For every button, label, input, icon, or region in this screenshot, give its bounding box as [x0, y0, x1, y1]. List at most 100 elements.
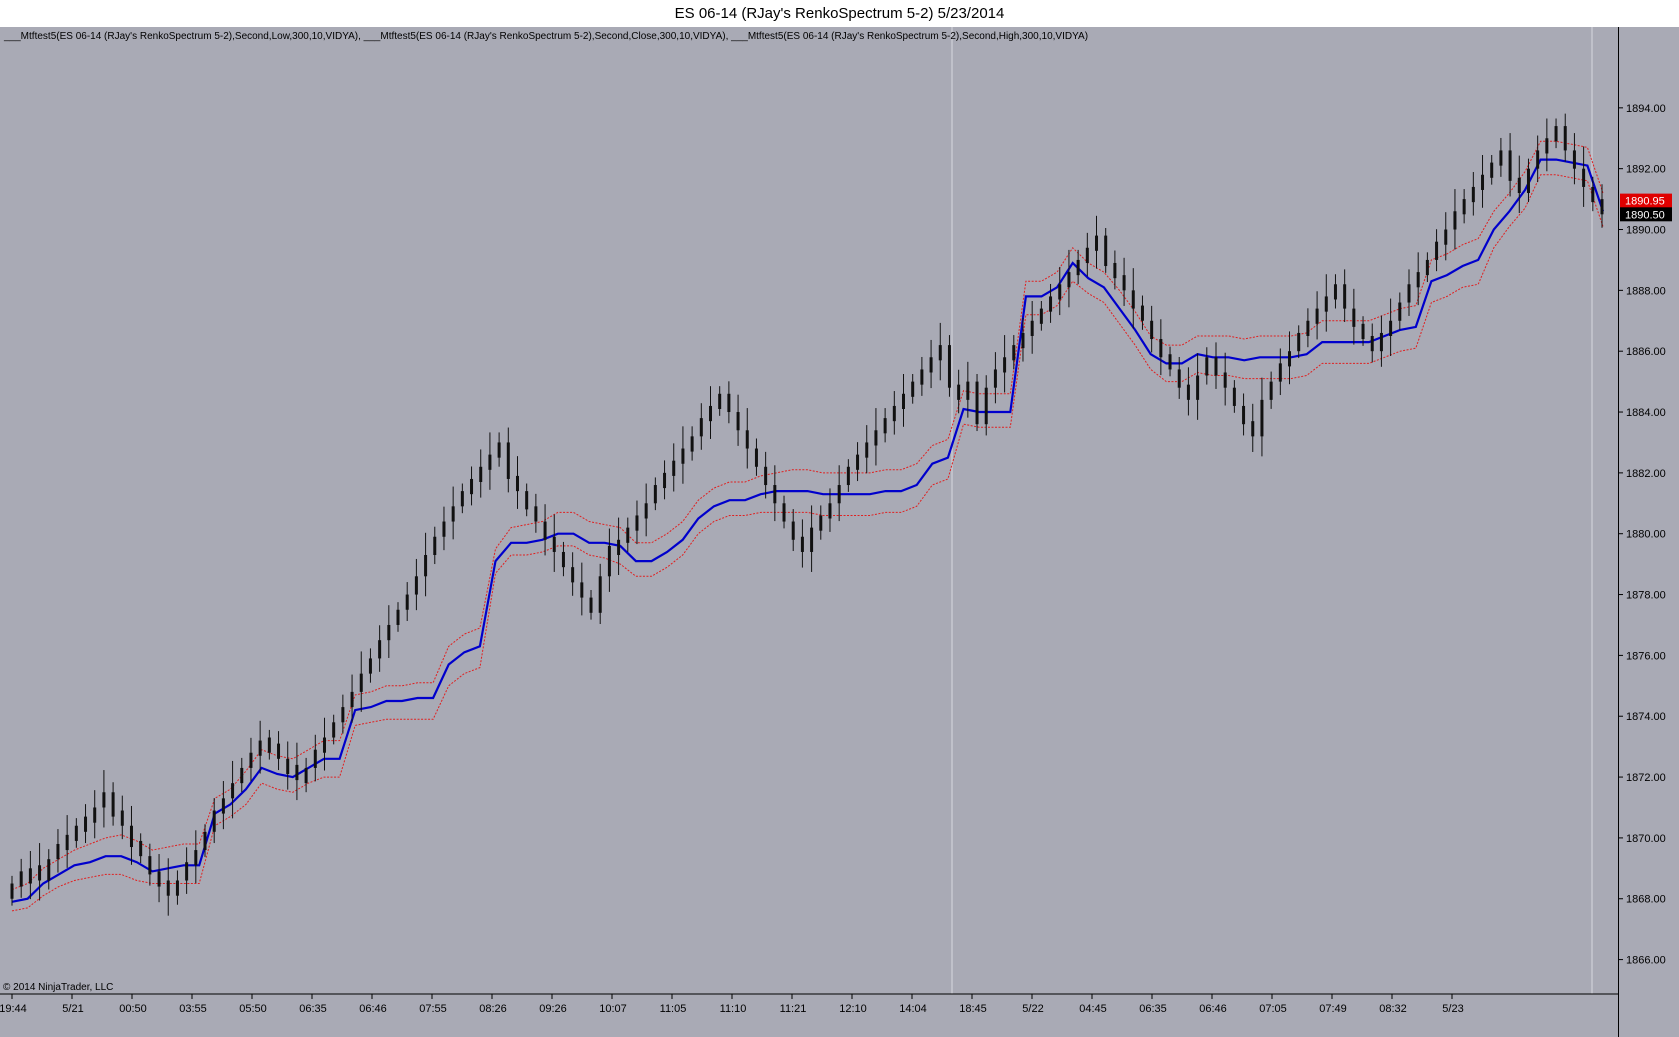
candle-body [93, 807, 97, 823]
candle-body [111, 792, 115, 817]
candle-body [561, 551, 565, 568]
x-tick-label: 19:44 [0, 1003, 27, 1015]
x-tick-label: 08:26 [479, 1003, 507, 1015]
candle-body [1288, 351, 1292, 367]
candle-body [1352, 308, 1356, 327]
candle-body [378, 640, 382, 659]
candle-body [1343, 284, 1347, 309]
candle-body [598, 576, 602, 613]
candle-body [1232, 387, 1236, 406]
candle-body [1067, 272, 1071, 288]
candle-body [396, 609, 400, 625]
candle-body [681, 448, 685, 464]
candle-body [1113, 262, 1117, 279]
candle-body [534, 506, 538, 522]
candle-body [414, 576, 418, 595]
candle-body [865, 442, 869, 458]
x-tick-label: 14:04 [899, 1003, 927, 1015]
candle-body [828, 503, 832, 519]
candle-body [1251, 421, 1255, 437]
candle-body [1315, 308, 1319, 324]
candle-body [1526, 168, 1530, 194]
candle-body [957, 384, 961, 400]
y-tick-label: 1870.00 [1626, 833, 1666, 845]
candle-body [1076, 259, 1080, 276]
candle-body [856, 454, 860, 470]
candle-body [1389, 320, 1393, 336]
candle-body [911, 381, 915, 397]
candle-body [1012, 345, 1016, 361]
candle-body [791, 521, 795, 540]
candle-body [525, 491, 529, 510]
candle-body [617, 539, 621, 556]
candle-body [1278, 363, 1282, 382]
candle-body [1003, 357, 1007, 373]
candle-body [47, 859, 51, 881]
candle-body [1085, 247, 1089, 263]
candle-body [1545, 138, 1549, 154]
candle-body [341, 707, 345, 723]
candle-body [433, 536, 437, 556]
candle-body [718, 393, 722, 409]
candle-body [589, 597, 593, 613]
candle-body [1131, 290, 1135, 309]
chart-panel[interactable]: 19:44 5/21 00:50 03:55 05:50 06:35 06:46 07:55 0… [0, 27, 1679, 1037]
candle-body [902, 393, 906, 409]
candle-body [1095, 235, 1099, 251]
candle-body [1490, 162, 1494, 178]
candle-body [295, 764, 299, 781]
candle-body [773, 485, 777, 504]
candle-body [185, 862, 189, 881]
candle-body [690, 436, 694, 452]
vidya-close-line [11, 158, 1605, 903]
candle-body [708, 405, 712, 422]
candle-body [175, 880, 179, 896]
x-tick-label: 07:05 [1259, 1003, 1287, 1015]
candle-body [1140, 305, 1144, 321]
candle-body [754, 448, 758, 467]
candle-body [1444, 229, 1448, 245]
candle-body [1049, 296, 1053, 312]
candle-body [1462, 199, 1466, 215]
x-tick-label: 18:45 [959, 1003, 987, 1015]
price-axis[interactable]: 1894.00 1892.00 1890.00 1888.00 1886.00 1884.… [1618, 27, 1679, 1037]
x-tick-label: 04:45 [1079, 1003, 1107, 1015]
price-chart[interactable]: 19:44 5/21 00:50 03:55 05:50 06:35 06:46 07:55 0… [0, 27, 1618, 1037]
candle-body [231, 783, 235, 799]
candle-body [1186, 384, 1190, 400]
x-tick-label: 5/22 [1022, 1003, 1043, 1015]
y-tick-label: 1866.00 [1626, 955, 1666, 967]
candle-body [947, 345, 951, 388]
candle-body [1021, 332, 1025, 349]
candle-body [258, 740, 262, 756]
candle-body [653, 485, 657, 504]
candle-body [966, 381, 970, 400]
candle-body [800, 536, 804, 552]
candle-body [810, 527, 814, 552]
x-tick-label: 06:46 [359, 1003, 387, 1015]
candle-body [424, 555, 428, 577]
x-tick-label: 09:26 [539, 1003, 567, 1015]
candle-body [515, 475, 519, 492]
price-badges: 1890.951890.50 [1620, 193, 1672, 222]
candle-body [488, 454, 492, 470]
x-tick-label: 5/23 [1442, 1003, 1463, 1015]
candle-body [1398, 302, 1402, 321]
candle-body [1104, 235, 1108, 267]
candle-body [38, 865, 42, 881]
candle-body [332, 722, 336, 738]
y-axis: 1894.00 1892.00 1890.00 1888.00 1886.00 1884.… [1618, 27, 1666, 1037]
candle-body [543, 521, 547, 540]
y-tick-label: 1886.00 [1626, 346, 1666, 358]
candle-body [28, 868, 32, 884]
x-tick-label: 03:55 [179, 1003, 207, 1015]
x-tick-label: 07:55 [419, 1003, 447, 1015]
candle-body [663, 472, 667, 489]
indicator-legend: ___Mtftest5(ES 06-14 (RJay's RenkoSpectr… [4, 31, 1089, 42]
candle-body [1196, 375, 1200, 400]
candle-body [1168, 354, 1172, 370]
x-tick-label: 07:49 [1319, 1003, 1347, 1015]
candle-body [212, 810, 216, 832]
candle-body [479, 466, 483, 482]
candle-body [782, 503, 786, 522]
